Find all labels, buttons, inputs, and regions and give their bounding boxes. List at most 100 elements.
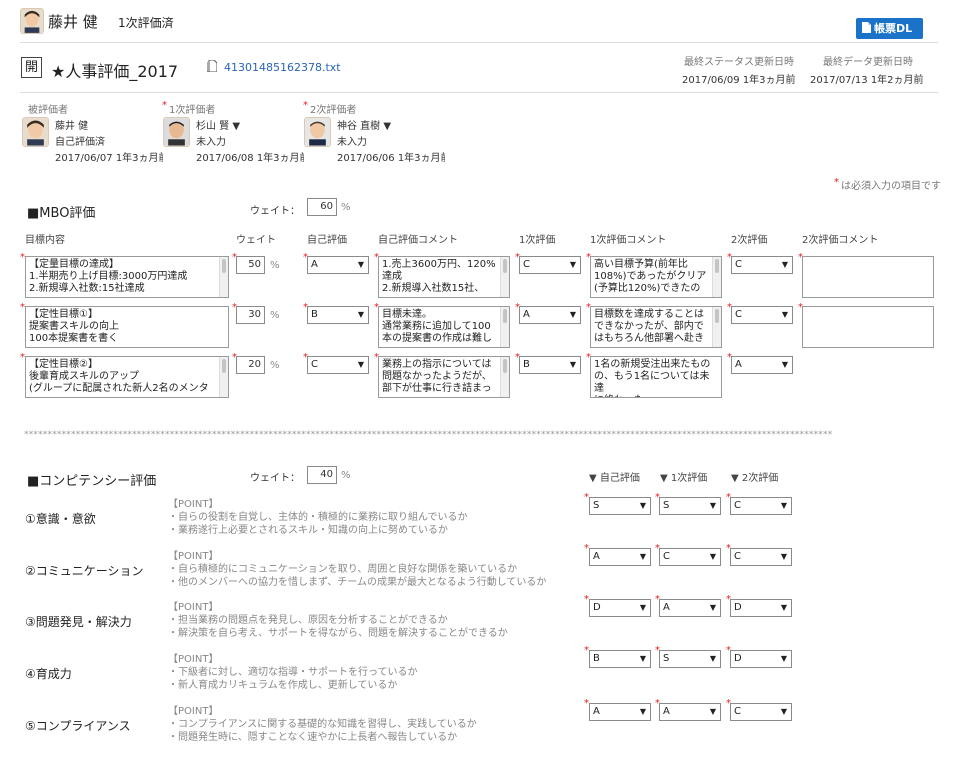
document-icon (862, 19, 871, 40)
first-comment-textarea[interactable]: 目標数を達成することは できなかったが、部内で はもちろん他部署へ赴き (590, 306, 722, 348)
point-line: ・下級者に対し、適切な指導・サポートを行っているか (168, 667, 418, 678)
chevron-down-icon: ▼ (357, 310, 364, 319)
second-rating-select[interactable]: C ▼ (731, 256, 793, 274)
first-rating-select[interactable]: A ▼ (659, 599, 721, 617)
point-label: 【POINT】 (168, 499, 219, 510)
evaluator-state: 未入力 (337, 137, 367, 148)
first-rating-select[interactable]: S ▼ (659, 497, 721, 515)
point-label: 【POINT】 (168, 551, 219, 562)
self-rating-select[interactable]: S ▼ (589, 497, 651, 515)
chevron-down-icon: ▼ (639, 654, 646, 663)
chevron-down-icon: ▼ (569, 360, 576, 369)
second-rating-select[interactable]: C ▼ (730, 548, 792, 566)
last-status-label: 最終ステータス更新日時 (684, 57, 794, 68)
chevron-down-icon: ▼ (781, 260, 788, 269)
file-icon (206, 59, 218, 75)
weight-input[interactable]: 30 (236, 306, 265, 324)
open-badge: 開 (21, 57, 42, 78)
second-rating-select[interactable]: C ▼ (730, 703, 792, 721)
evaluation-status: 1次評価済 (118, 16, 174, 30)
weight-input[interactable]: 20 (236, 356, 265, 374)
competency-weight-label: ウェイト： (250, 473, 300, 484)
mbo-weight-unit: % (341, 202, 351, 213)
self-comment-textarea[interactable]: 目標未達。 通常業務に追加して100 本の提案書の作成は難し (378, 306, 510, 348)
second-rating-select[interactable]: D ▼ (730, 599, 792, 617)
goal-textarea[interactable]: 【定性目標①】 提案書スキルの向上 100本提案書を書く (25, 306, 229, 348)
chevron-down-icon: ▼ (639, 707, 646, 716)
competency-name: ②コミュニケーション (25, 564, 144, 578)
last-status-value: 2017/06/09 1年3ヵ月前 (682, 75, 796, 86)
first-rating-select[interactable]: A ▼ (519, 306, 581, 324)
employee-name: 藤井 健 (48, 13, 98, 31)
chevron-down-icon: ▼ (569, 310, 576, 319)
download-button[interactable]: 帳票DL (856, 18, 923, 39)
col-header-self: 自己評価 (307, 235, 347, 246)
self-rating-select[interactable]: D ▼ (589, 599, 651, 617)
col-header-goal: 目標内容 (25, 235, 65, 246)
point-line: ・問題発生時に、隠すことなく速やかに上長者へ報告しているか (168, 732, 458, 743)
first-rating-select[interactable]: C ▼ (519, 256, 581, 274)
mbo-weight-input[interactable]: 60 (307, 198, 337, 216)
first-rating-select[interactable]: B ▼ (519, 356, 581, 374)
mbo-weight-label: ウェイト： (250, 206, 300, 217)
competency-name: ①意識・意欲 (25, 512, 96, 526)
first-comment-textarea[interactable]: 1名の新規受注出来たもの の、もう1名については未達 に終わった。 (590, 356, 722, 398)
mbo-section-title: ■MBO評価 (27, 206, 96, 221)
evaluator-name: 藤井 健 (55, 121, 89, 132)
competency-name: ④育成力 (25, 667, 72, 681)
chevron-down-icon: ▼ (780, 501, 787, 510)
evaluator-state: 未入力 (196, 137, 226, 148)
evaluator-name-dropdown[interactable]: 杉山 賢 ▼ (196, 117, 240, 132)
second-rating-select[interactable]: A ▼ (731, 356, 793, 374)
self-rating-select[interactable]: A ▼ (307, 256, 369, 274)
chevron-down-icon: ▼ (709, 654, 716, 663)
weight-unit: % (270, 260, 280, 271)
title-divider (20, 92, 938, 93)
point-line: ・他のメンバーへの協力を惜しまず、チームの成果が最大となるよう行動しているか (168, 577, 547, 588)
evaluator-role: 2次評価者 (310, 105, 357, 116)
self-comment-textarea[interactable]: 業務上の指示については 問題なかったようだが、 部下が仕事に行き詰まっ (378, 356, 510, 398)
second-rating-select[interactable]: C ▼ (730, 497, 792, 515)
col-header-second-comment: 2次評価コメント (802, 235, 879, 246)
evaluator-name-dropdown[interactable]: 神谷 直樹 ▼ (337, 117, 391, 132)
self-rating-select[interactable]: A ▼ (589, 703, 651, 721)
col-header-self-rating: ▼ 自己評価 (589, 473, 640, 484)
goal-textarea[interactable]: 【定性目標②】 後輩育成スキルのアップ (グループに配属された新人2名のメンタ (25, 356, 229, 398)
last-data-label: 最終データ更新日時 (823, 57, 913, 68)
second-rating-select[interactable]: D ▼ (730, 650, 792, 668)
competency-weight-input[interactable]: 40 (307, 466, 337, 484)
chevron-down-icon: ▼ (781, 360, 788, 369)
self-rating-select[interactable]: C ▼ (307, 356, 369, 374)
col-header-second-rating: ▼ 2次評価 (731, 473, 779, 484)
asterisk-separator: ****************************************… (24, 430, 833, 440)
required-mark: * (834, 177, 839, 188)
second-rating-select[interactable]: C ▼ (731, 306, 793, 324)
second-comment-textarea[interactable] (802, 306, 934, 348)
point-label: 【POINT】 (168, 602, 219, 613)
chevron-down-icon: ▼ (709, 501, 716, 510)
first-rating-select[interactable]: A ▼ (659, 703, 721, 721)
required-mark: * (303, 100, 308, 111)
avatar (22, 117, 49, 147)
chevron-down-icon: ▼ (709, 707, 716, 716)
attachment-link[interactable]: 41301485162378.txt (224, 61, 341, 74)
chevron-down-icon: ▼ (781, 310, 788, 319)
chevron-down-icon: ▼ (569, 260, 576, 269)
self-rating-select[interactable]: B ▼ (307, 306, 369, 324)
weight-input[interactable]: 50 (236, 256, 265, 274)
second-comment-textarea[interactable] (802, 256, 934, 298)
self-comment-textarea[interactable]: 1.売上3600万円、120% 達成 2.新規導入社数15社、 (378, 256, 510, 298)
first-rating-select[interactable]: S ▼ (659, 650, 721, 668)
chevron-down-icon: ▼ (780, 552, 787, 561)
chevron-down-icon: ▼ (780, 654, 787, 663)
goal-textarea[interactable]: 【定量目標の達成】 1.半期売り上げ目標:3000万円達成 2.新規導入社数:1… (25, 256, 229, 298)
competency-weight-unit: % (341, 470, 351, 481)
evaluator-date: 2017/06/07 1年3ヵ月前 (55, 153, 163, 164)
col-header-first-rating: ▼ 1次評価 (660, 473, 708, 484)
self-rating-select[interactable]: A ▼ (589, 548, 651, 566)
point-label: 【POINT】 (168, 654, 219, 665)
first-comment-textarea[interactable]: 高い目標予算(前年比 108%)であったがクリア (予算比120%)できたの (590, 256, 722, 298)
point-line: ・コンプライアンスに関する基礎的な知識を習得し、実践しているか (168, 719, 477, 730)
first-rating-select[interactable]: C ▼ (659, 548, 721, 566)
self-rating-select[interactable]: B ▼ (589, 650, 651, 668)
